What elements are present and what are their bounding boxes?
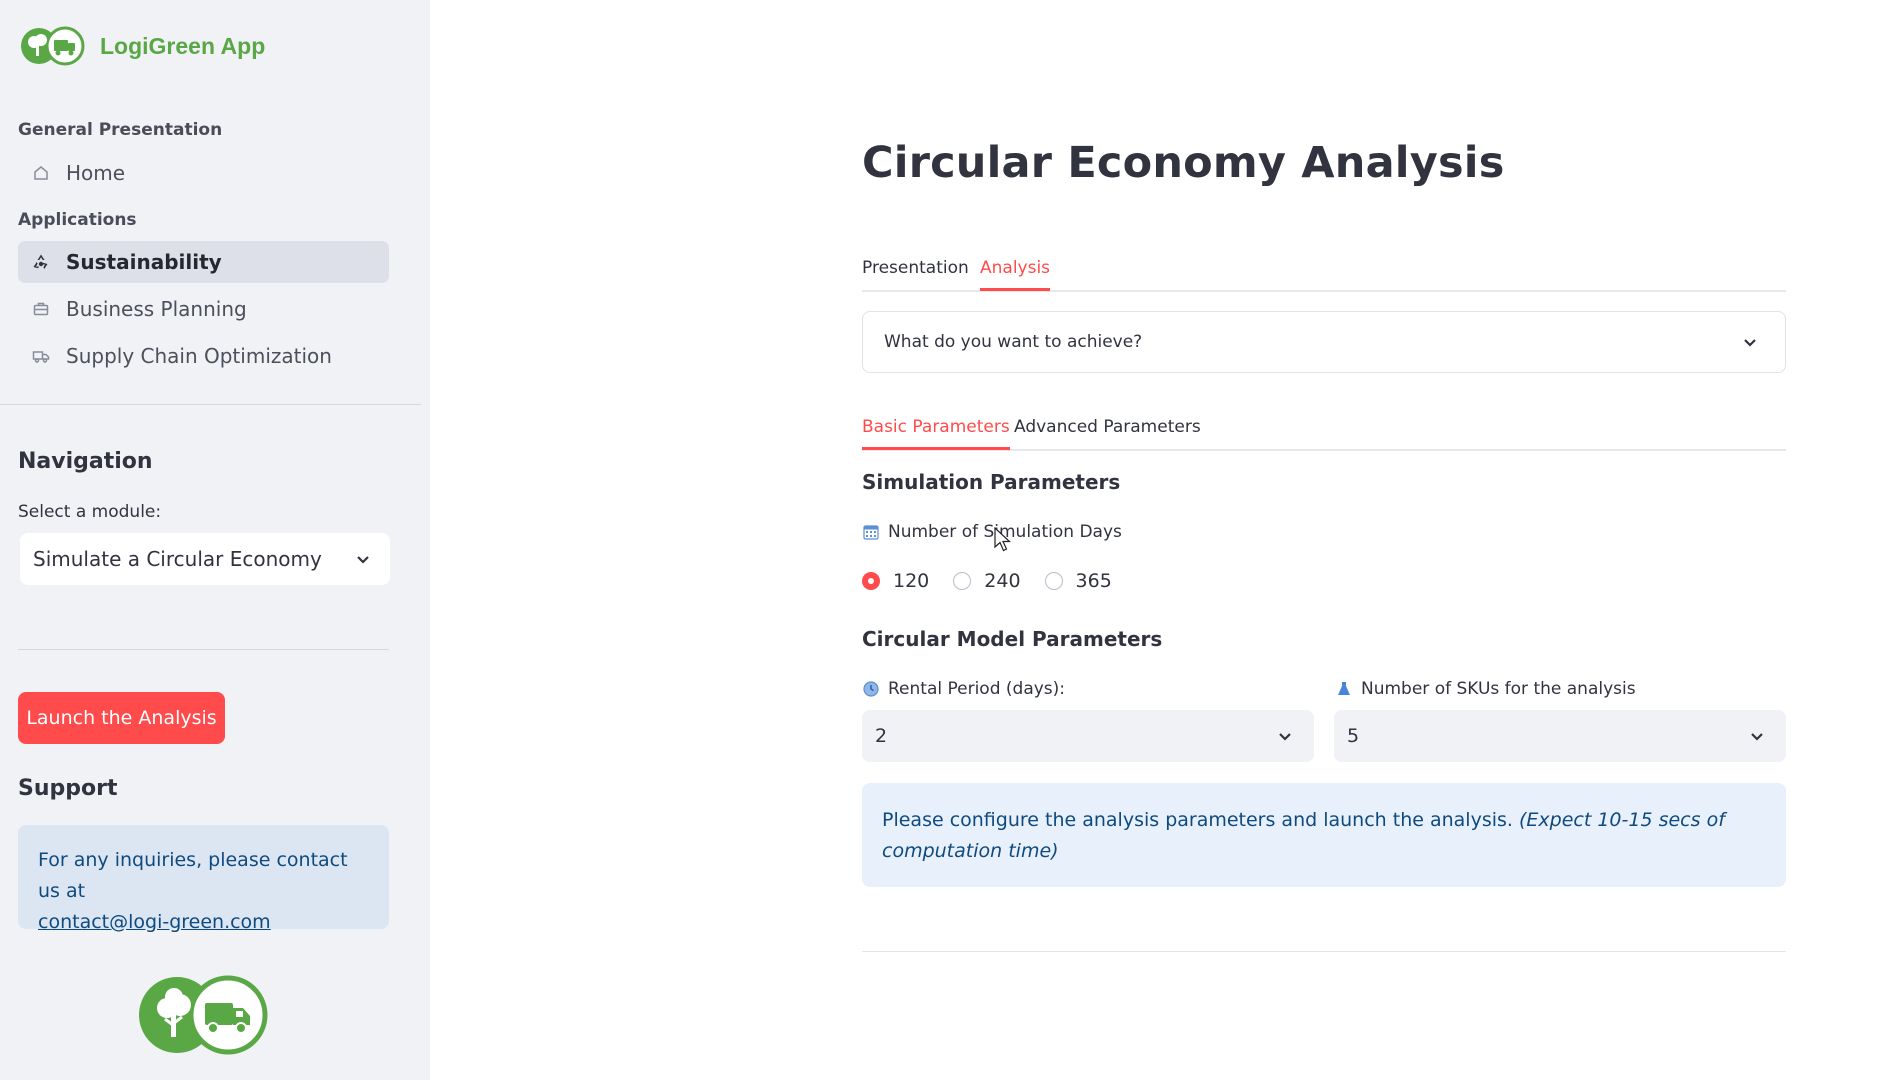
rental-period-label-text: Rental Period (days):	[888, 679, 1066, 699]
expander-label: What do you want to achieve?	[884, 332, 1143, 352]
radio-option-365[interactable]: 365	[1044, 570, 1112, 592]
parameter-tabs: Basic Parameters Advanced Parameters	[862, 397, 1786, 451]
chevron-down-icon	[1751, 733, 1763, 741]
support-title: Support	[18, 776, 118, 801]
radio-option-240[interactable]: 240	[953, 570, 1021, 592]
chevron-down-icon	[357, 556, 369, 564]
rental-period-label: Rental Period (days):	[862, 679, 1065, 699]
chevron-down-icon	[1279, 733, 1291, 741]
tab-analysis[interactable]: Analysis	[980, 248, 1051, 291]
section-general-presentation: General Presentation	[18, 120, 223, 140]
simulation-parameters-title: Simulation Parameters	[862, 470, 1121, 494]
support-email-link[interactable]: contact@logi-green.com	[38, 911, 271, 933]
navigation-title: Navigation	[18, 449, 153, 474]
sku-count-label: Number of SKUs for the analysis	[1335, 679, 1636, 699]
radio-option-label: 365	[1075, 570, 1112, 592]
module-select-label: Select a module:	[18, 502, 162, 522]
logigreen-logo-icon	[21, 26, 85, 66]
radio-selected-icon	[862, 572, 880, 590]
briefcase-icon	[30, 298, 52, 320]
simulation-days-label: Number of Simulation Days	[862, 522, 1122, 542]
sidebar: LogiGreen App General Presentation Home …	[0, 0, 430, 1080]
support-text: For any inquiries, please contact us at	[38, 849, 348, 902]
tab-basic-parameters[interactable]: Basic Parameters	[862, 407, 1010, 450]
radio-option-label: 120	[893, 570, 930, 592]
sku-count-value: 5	[1347, 725, 1360, 747]
main-content: Circular Economy Analysis Presentation A…	[430, 0, 1900, 1080]
circular-model-parameters-title: Circular Model Parameters	[862, 627, 1163, 651]
support-box: For any inquiries, please contact us at …	[18, 825, 389, 933]
info-message: Please configure the analysis parameters…	[862, 783, 1786, 887]
clock-icon	[863, 681, 879, 697]
flask-icon	[1338, 682, 1350, 695]
sidebar-item-label: Business Planning	[66, 297, 247, 321]
page-title: Circular Economy Analysis	[862, 138, 1505, 188]
rental-period-select[interactable]: 2	[862, 710, 1314, 762]
logigreen-logo-icon	[139, 975, 268, 1055]
chevron-down-icon	[1744, 339, 1756, 347]
radio-option-120[interactable]: 120	[862, 570, 929, 592]
home-icon	[30, 162, 52, 184]
app-name: LogiGreen App	[100, 32, 266, 59]
module-select-value: Simulate a Circular Economy	[33, 547, 322, 571]
radio-unselected-icon	[1044, 572, 1063, 590]
sidebar-item-label: Home	[66, 161, 126, 185]
content-divider	[862, 951, 1786, 952]
truck-icon	[30, 345, 52, 367]
brand[interactable]: LogiGreen App	[20, 26, 265, 66]
sidebar-item-label: Sustainability	[66, 250, 222, 274]
launch-analysis-button[interactable]: Launch the Analysis	[18, 692, 225, 744]
sidebar-item-label: Supply Chain Optimization	[66, 344, 332, 368]
sidebar-item-business-planning[interactable]: Business Planning	[18, 288, 389, 330]
sidebar-divider	[18, 649, 389, 650]
main-tabs: Presentation Analysis	[862, 238, 1786, 292]
sku-count-select[interactable]: 5	[1334, 710, 1786, 762]
sidebar-item-home[interactable]: Home	[18, 152, 389, 194]
sidebar-item-supply-chain-optimization[interactable]: Supply Chain Optimization	[18, 335, 389, 377]
sidebar-divider	[0, 404, 421, 405]
calendar-icon	[863, 525, 879, 540]
module-select[interactable]: Simulate a Circular Economy	[20, 533, 390, 585]
achieve-expander[interactable]: What do you want to achieve?	[862, 311, 1786, 373]
info-text: Please configure the analysis parameters…	[882, 809, 1513, 831]
mouse-cursor-icon	[994, 527, 1012, 552]
section-applications: Applications	[18, 210, 137, 230]
radio-unselected-icon	[953, 572, 972, 590]
recycle-icon	[30, 251, 52, 273]
tab-advanced-parameters[interactable]: Advanced Parameters	[1014, 407, 1201, 447]
rental-period-value: 2	[875, 725, 888, 747]
sku-count-label-text: Number of SKUs for the analysis	[1361, 679, 1636, 699]
tab-presentation[interactable]: Presentation	[862, 248, 969, 288]
radio-option-label: 240	[984, 570, 1021, 592]
sidebar-item-sustainability[interactable]: Sustainability	[18, 241, 389, 283]
simulation-days-radio-group: 120 240 365	[862, 570, 1136, 592]
